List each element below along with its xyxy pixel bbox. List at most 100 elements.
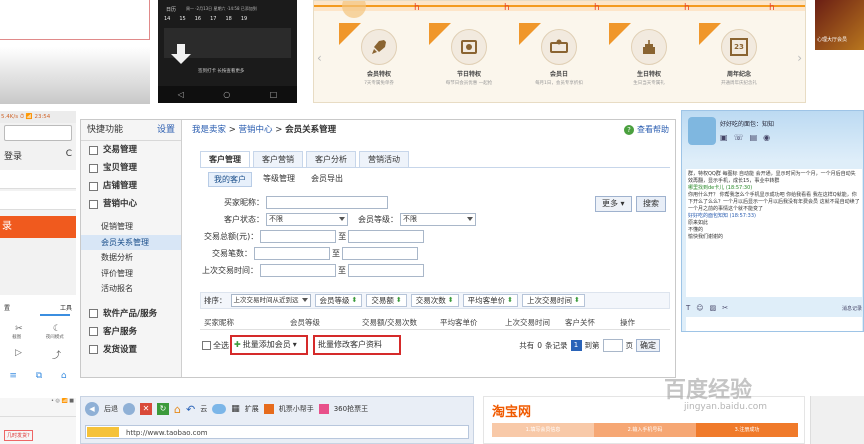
login-button[interactable]: 录	[0, 216, 76, 238]
scissors-icon[interactable]: ✂	[722, 304, 728, 312]
question-badge[interactable]: 几时发货?	[4, 430, 33, 441]
subtab-my-customers[interactable]: 我的客户	[208, 172, 252, 187]
chat-input[interactable]	[686, 317, 862, 331]
url-field[interactable]	[4, 125, 72, 141]
sort-amount-button[interactable]: 交易额 ⬍	[366, 294, 407, 307]
tab-marketing-events[interactable]: 营销活动	[359, 151, 409, 168]
sidebar-sub-event[interactable]: 活动报名	[81, 281, 181, 297]
play-icon[interactable]: ▷	[15, 348, 22, 361]
sidebar-sub-review[interactable]: 评价管理	[81, 266, 181, 282]
home-icon[interactable]: ⌂	[174, 403, 181, 416]
image-icon[interactable]: ▨	[710, 304, 717, 312]
sidebar-item-shipping[interactable]: 发货设置	[81, 341, 181, 359]
privilege-item[interactable]: 生日特权 生日当天专属礼	[609, 23, 689, 101]
page-confirm-button[interactable]: 确定	[636, 339, 660, 352]
sort-select[interactable]: 上次交易时间从近到远	[230, 294, 311, 307]
settings-link[interactable]: 设置	[157, 120, 175, 140]
amount-max-input[interactable]	[348, 230, 425, 243]
tab-customer-marketing[interactable]: 客户营销	[253, 151, 303, 168]
back-arrow-icon[interactable]: ◀	[85, 402, 99, 416]
home-icon[interactable]: ○	[223, 90, 230, 99]
refresh-icon[interactable]: C	[66, 149, 72, 162]
select-all-checkbox[interactable]: 全选	[202, 340, 229, 351]
grade-select[interactable]: 不限	[400, 213, 476, 226]
video-icon[interactable]: ▣	[720, 133, 728, 142]
night-mode-icon[interactable]: ☾	[53, 324, 61, 334]
seller-crm-window: 快捷功能 设置 交易管理 宝贝管理 店铺管理 营销中心 促销管理 会员关系管理 …	[80, 119, 676, 378]
calendar-day: 15	[179, 16, 186, 22]
chat-sender: 哪里找到de卡儿 (18:57:30)	[688, 185, 753, 191]
more-filter-button[interactable]: 更多 ▾	[595, 196, 632, 212]
share-icon[interactable]: ⤴	[52, 348, 61, 361]
file-icon[interactable]: ▤	[750, 133, 758, 142]
edit-customer-button[interactable]: 批量修改客户资料	[318, 339, 382, 350]
sidebar-sub-data[interactable]: 数据分析	[81, 250, 181, 266]
help-link[interactable]: ? 查看帮助	[624, 124, 669, 135]
page-input[interactable]	[602, 339, 623, 352]
sidebar-item-service[interactable]: 客户服务	[81, 323, 181, 341]
member-card-icon	[541, 29, 577, 65]
buyer-nick-input[interactable]	[266, 196, 388, 209]
privilege-item[interactable]: 节日特权 每节日会员优惠 一起抢	[429, 23, 509, 101]
history-link[interactable]: 消息记录	[842, 305, 862, 312]
sidebar-sub-promo[interactable]: 促销管理	[81, 219, 181, 235]
extensions-icon[interactable]: ▦	[231, 404, 240, 414]
screenshot-icon[interactable]: ✂	[15, 324, 23, 334]
home-icon[interactable]: ⌂	[61, 371, 67, 381]
sort-grade-button[interactable]: 会员等级 ⬍	[314, 294, 363, 307]
sidebar-item-goods[interactable]: 宝贝管理	[81, 159, 181, 177]
member-privilege-banner: h h h h h ‹ › 会员特权 7天专属免单券 节日特权 每节日会员优惠 …	[313, 0, 806, 103]
sidebar-sub-crm[interactable]: 会员关系管理	[81, 234, 181, 250]
sidebar-item-software[interactable]: 软件产品/服务	[81, 305, 181, 323]
col-ops: 操作	[620, 318, 635, 327]
menu-icon[interactable]: ≡	[9, 371, 17, 381]
next-arrow-icon[interactable]: ›	[797, 51, 802, 65]
sidebar-item-shop[interactable]: 店铺管理	[81, 177, 181, 195]
cloud-icon[interactable]	[212, 404, 227, 414]
tabs-icon[interactable]: ⧉	[36, 371, 42, 381]
privilege-item[interactable]: 23 周年纪念 开通周年庆纪念礼	[699, 23, 779, 101]
last-trade-to-input[interactable]	[348, 264, 424, 277]
count-max-input[interactable]	[342, 247, 418, 260]
tab-customer-manage[interactable]: 客户管理	[200, 151, 250, 168]
subtab-member-export[interactable]: 会员导出	[306, 172, 348, 187]
count-min-input[interactable]	[254, 247, 330, 260]
page-number[interactable]: 1	[570, 340, 582, 351]
undo-icon[interactable]: ↶	[186, 403, 195, 416]
privilege-item[interactable]: 会员日 每月1日，会员专享折扣	[519, 23, 599, 101]
tab-customer-analysis[interactable]: 客户分析	[306, 151, 356, 168]
sort-last-trade-button[interactable]: 上次交易时间 ⬍	[522, 294, 585, 307]
app-icon[interactable]: ◉	[763, 133, 770, 142]
sort-avg-button[interactable]: 平均客单价 ⬍	[462, 294, 518, 307]
privilege-title: 周年纪念	[726, 71, 751, 78]
stop-icon[interactable]: ✕	[140, 403, 152, 415]
sidebar-item-trade[interactable]: 交易管理	[81, 141, 181, 159]
status-select[interactable]: 不限	[266, 213, 348, 226]
sort-count-button[interactable]: 交易次数 ⬍	[410, 294, 459, 307]
subtab-grade-manage[interactable]: 等级管理	[258, 172, 300, 187]
refresh-icon[interactable]: ↻	[157, 403, 169, 415]
recent-icon[interactable]: □	[270, 90, 278, 99]
voice-icon[interactable]: ☏	[734, 133, 744, 142]
emoji-icon[interactable]: ☺	[696, 304, 703, 312]
search-button[interactable]: 搜索	[636, 196, 666, 212]
sidebar-item-marketing[interactable]: 营销中心	[81, 195, 181, 213]
breadcrumb-marketing[interactable]: 营销中心	[239, 125, 273, 135]
address-bar[interactable]: http://www.taobao.com	[85, 425, 469, 439]
font-icon[interactable]: T	[686, 304, 690, 312]
back-icon[interactable]: ◁	[178, 90, 184, 99]
chat-message: 原来如此	[688, 220, 709, 226]
privilege-item[interactable]: 会员特权 7天专属免单券	[339, 23, 419, 101]
password-input[interactable]	[0, 191, 76, 210]
avatar	[688, 117, 716, 145]
login-title: 登录	[4, 152, 23, 162]
prev-arrow-icon[interactable]: ‹	[317, 51, 322, 65]
chat-message: 你用什么开？ 你帮我怎么个手机显示成功吧 你给我看看 我在这样Q就能，你下开么了…	[688, 192, 860, 212]
username-input[interactable]	[0, 170, 76, 189]
amount-min-input[interactable]	[260, 230, 337, 243]
breadcrumb-root[interactable]: 我是卖家	[192, 125, 226, 135]
forward-icon[interactable]	[123, 403, 135, 415]
add-member-button[interactable]: ✚ 批量添加会员 ▾	[234, 339, 297, 350]
last-trade-from-input[interactable]	[260, 264, 336, 277]
privilege-title: 节日特权	[456, 71, 481, 78]
